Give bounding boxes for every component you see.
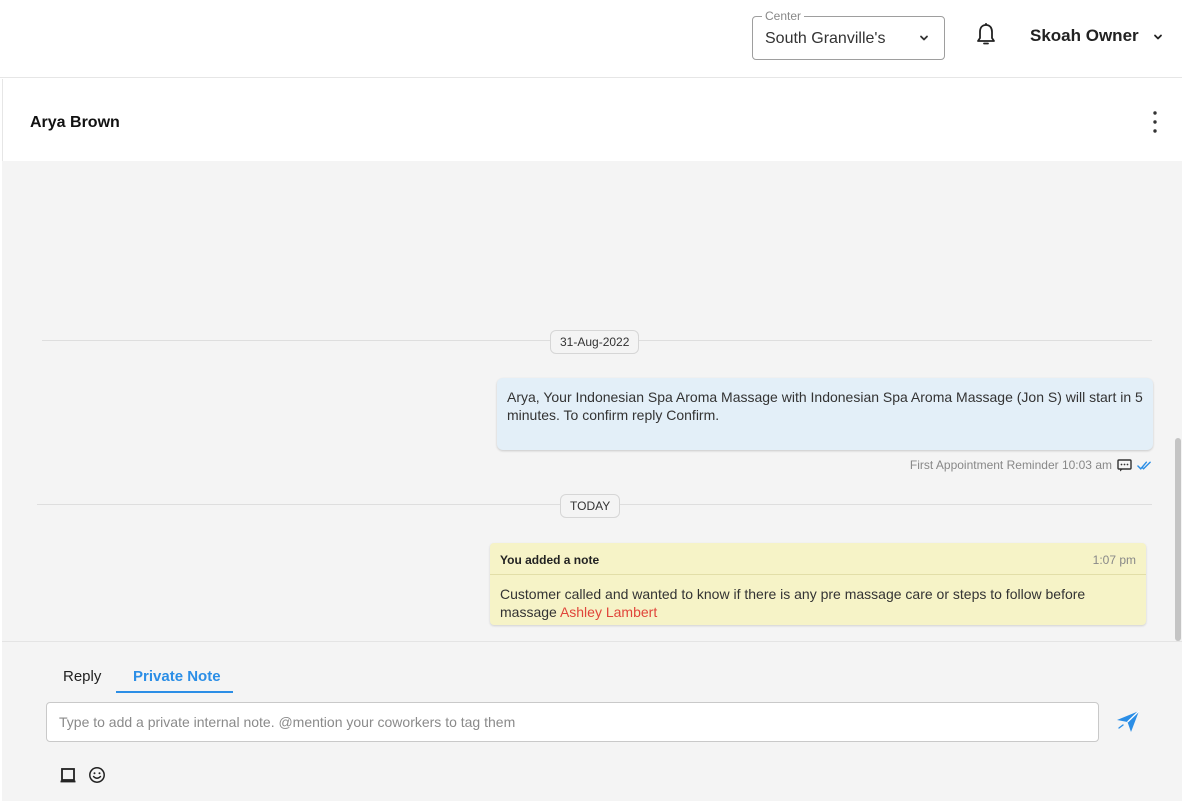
note-title: You added a note xyxy=(500,553,600,567)
note-timestamp: 1:07 pm xyxy=(1092,553,1136,567)
composer: Reply Private Note xyxy=(2,641,1182,801)
center-select[interactable]: Center South Granville's xyxy=(752,8,945,60)
center-select-label: Center xyxy=(762,8,805,24)
sms-meta-label: First Appointment Reminder 10:03 am xyxy=(909,458,1112,472)
send-icon[interactable] xyxy=(1115,708,1141,734)
private-note-card: You added a note 1:07 pm Customer called… xyxy=(490,543,1146,625)
top-bar: Center South Granville's Skoah Owner xyxy=(0,0,1182,78)
sms-message-bubble: Arya, Your Indonesian Spa Aroma Massage … xyxy=(497,378,1153,450)
private-note-input[interactable] xyxy=(46,702,1099,742)
tab-private-note[interactable]: Private Note xyxy=(133,668,221,685)
more-vertical-icon[interactable] xyxy=(1147,109,1163,135)
message-scrollbar[interactable] xyxy=(1175,438,1181,641)
sms-message-meta: First Appointment Reminder 10:03 am xyxy=(910,458,1152,472)
chevron-down-icon xyxy=(920,35,928,41)
chevron-down-icon[interactable] xyxy=(1152,31,1164,43)
contact-name: Arya Brown xyxy=(30,114,120,131)
double-check-icon xyxy=(1137,461,1151,470)
sms-message-text: Arya, Your Indonesian Spa Aroma Massage … xyxy=(507,389,1143,423)
user-menu-name[interactable]: Skoah Owner xyxy=(1030,26,1139,46)
note-mention[interactable]: Ashley Lambert xyxy=(560,604,657,620)
tab-reply[interactable]: Reply xyxy=(63,668,101,685)
message-thread: 31-Aug-2022 Arya, Your Indonesian Spa Ar… xyxy=(2,161,1182,641)
conversation-header: Arya Brown xyxy=(2,79,1182,161)
template-icon[interactable] xyxy=(59,766,77,784)
emoji-icon[interactable] xyxy=(88,766,106,784)
sms-icon xyxy=(1117,458,1132,471)
note-header: You added a note 1:07 pm xyxy=(490,543,1146,575)
bell-icon[interactable] xyxy=(975,22,997,48)
active-tab-indicator xyxy=(116,691,233,693)
note-body: Customer called and wanted to know if th… xyxy=(500,585,1130,621)
center-select-value: South Granville's xyxy=(765,30,886,47)
date-chip: 31-Aug-2022 xyxy=(550,330,640,354)
date-chip: TODAY xyxy=(560,494,621,518)
